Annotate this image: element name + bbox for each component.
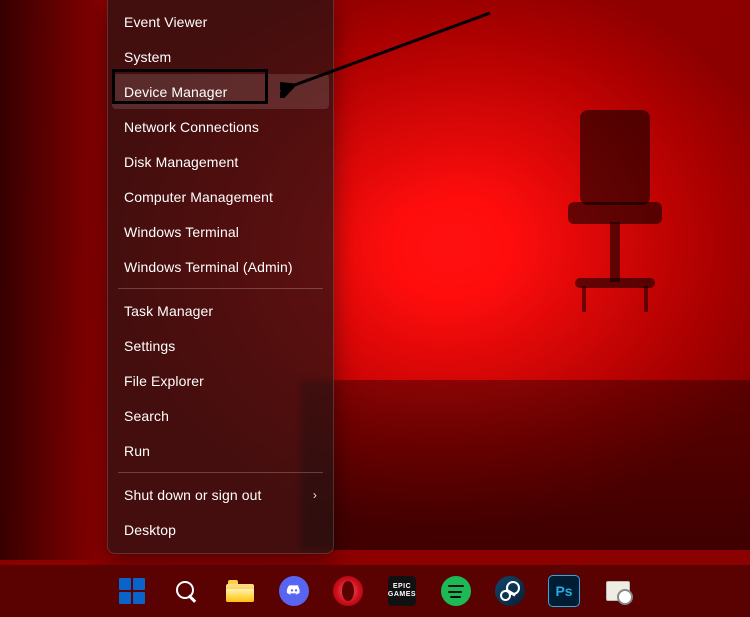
winx-item-windows-terminal-admin[interactable]: Windows Terminal (Admin) <box>108 249 333 284</box>
menu-separator <box>118 472 323 473</box>
photoshop-icon: Ps <box>548 575 580 607</box>
winx-item-label: Settings <box>124 338 175 354</box>
taskbar-search[interactable] <box>166 571 206 611</box>
windows-logo-icon <box>119 578 145 604</box>
winx-item-settings[interactable]: Settings <box>108 328 333 363</box>
start-button[interactable] <box>112 571 152 611</box>
winx-item-label: Event Viewer <box>124 14 207 30</box>
winx-item-label: Windows Terminal (Admin) <box>124 259 293 275</box>
taskbar-device-app[interactable] <box>598 571 638 611</box>
winx-item-shut-down-or-sign-out[interactable]: Shut down or sign out › <box>108 477 333 512</box>
winx-item-windows-terminal[interactable]: Windows Terminal <box>108 214 333 249</box>
epic-label-1: EPIC <box>393 583 411 591</box>
device-app-icon <box>603 577 633 605</box>
winx-item-device-manager[interactable]: Device Manager <box>112 74 329 109</box>
menu-separator <box>118 288 323 289</box>
epic-games-icon: EPIC GAMES <box>388 576 416 606</box>
taskbar-opera[interactable] <box>328 571 368 611</box>
winx-item-search[interactable]: Search <box>108 398 333 433</box>
taskbar-spotify[interactable] <box>436 571 476 611</box>
winx-context-menu[interactable]: Event Viewer System Device Manager Network … <box>107 0 334 554</box>
winx-item-label: Computer Management <box>124 189 273 205</box>
file-explorer-icon <box>226 580 254 602</box>
winx-item-label: Task Manager <box>124 303 213 319</box>
taskbar-epic-games[interactable]: EPIC GAMES <box>382 571 422 611</box>
winx-item-file-explorer[interactable]: File Explorer <box>108 363 333 398</box>
winx-item-computer-management[interactable]: Computer Management <box>108 179 333 214</box>
winx-item-desktop[interactable]: Desktop <box>108 512 333 547</box>
winx-item-label: Run <box>124 443 150 459</box>
winx-item-task-manager[interactable]: Task Manager <box>108 293 333 328</box>
discord-icon <box>279 576 309 606</box>
winx-item-label: Disk Management <box>124 154 238 170</box>
winx-item-event-viewer[interactable]: Event Viewer <box>108 4 333 39</box>
spotify-icon <box>441 576 471 606</box>
winx-item-label: Desktop <box>124 522 176 538</box>
wallpaper-shadow-left <box>0 0 105 560</box>
taskbar-discord[interactable] <box>274 571 314 611</box>
chevron-right-icon: › <box>313 488 317 502</box>
winx-item-label: Search <box>124 408 169 424</box>
steam-icon <box>495 576 525 606</box>
taskbar: EPIC GAMES Ps <box>0 565 750 617</box>
wallpaper-desk <box>300 380 750 550</box>
taskbar-steam[interactable] <box>490 571 530 611</box>
opera-icon <box>333 576 363 606</box>
epic-label-2: GAMES <box>388 591 416 599</box>
search-icon <box>174 579 198 603</box>
winx-item-label: Shut down or sign out <box>124 487 262 503</box>
winx-item-label: Network Connections <box>124 119 259 135</box>
winx-item-system[interactable]: System <box>108 39 333 74</box>
taskbar-photoshop[interactable]: Ps <box>544 571 584 611</box>
winx-item-run[interactable]: Run <box>108 433 333 468</box>
winx-item-network-connections[interactable]: Network Connections <box>108 109 333 144</box>
wallpaper-chair <box>550 110 680 370</box>
winx-item-label: Windows Terminal <box>124 224 239 240</box>
winx-item-label: Device Manager <box>124 84 227 100</box>
winx-item-label: System <box>124 49 171 65</box>
winx-item-disk-management[interactable]: Disk Management <box>108 144 333 179</box>
taskbar-file-explorer[interactable] <box>220 571 260 611</box>
winx-item-label: File Explorer <box>124 373 204 389</box>
